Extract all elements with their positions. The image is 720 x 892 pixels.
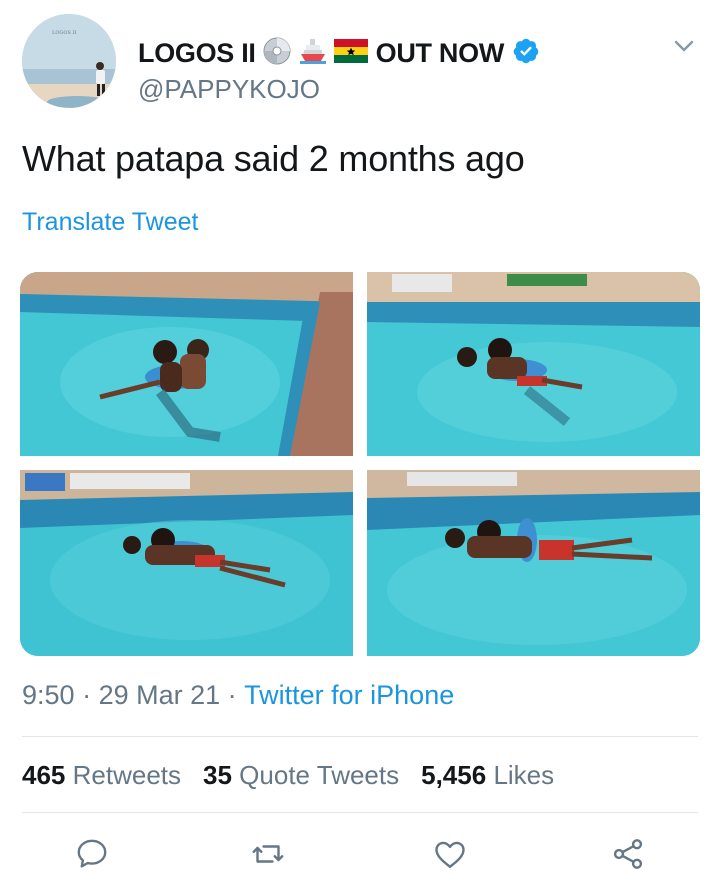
tweet-source[interactable]: Twitter for iPhone — [244, 680, 454, 711]
meta-separator: · — [74, 680, 99, 710]
tweet-text: What patapa said 2 months ago — [22, 138, 525, 179]
retweets-label: Retweets — [72, 760, 182, 790]
retweets-count: 465 — [22, 760, 66, 790]
display-name-suffix[interactable]: OUT NOW — [376, 38, 505, 69]
pool-photo-3 — [20, 470, 353, 656]
tweet-time[interactable]: 9:50 — [22, 680, 75, 711]
user-handle[interactable]: @PAPPYKOJO — [138, 74, 320, 105]
ship-icon — [298, 36, 328, 71]
tweet-photo[interactable] — [367, 272, 700, 456]
tweet-photo[interactable] — [367, 470, 700, 656]
meta-separator: · — [220, 680, 245, 710]
share-icon[interactable] — [610, 836, 646, 872]
svg-text:LOGOS II: LOGOS II — [52, 30, 77, 36]
verified-badge-icon — [512, 37, 540, 70]
chevron-down-icon[interactable] — [670, 32, 698, 60]
tweet-photo[interactable] — [20, 272, 353, 456]
retweet-icon[interactable] — [250, 836, 286, 872]
tweet-photo[interactable] — [20, 470, 353, 656]
tweet-header: LOGOS II LOGOS II OUT NOW @PAPPYKOJO — [22, 14, 702, 114]
photo-grid — [20, 272, 700, 656]
avatar-image: LOGOS II — [22, 14, 116, 108]
likes-stat[interactable]: 5,456 Likes — [421, 760, 554, 791]
divider — [22, 812, 698, 813]
divider — [22, 736, 698, 737]
ghana-flag-icon — [333, 38, 368, 68]
name-row[interactable]: LOGOS II OUT NOW — [138, 36, 540, 70]
quotes-label: Quote Tweets — [239, 760, 400, 790]
likes-count: 5,456 — [421, 760, 487, 790]
heart-icon[interactable] — [432, 836, 468, 872]
tweet-meta: 9:50 · 29 Mar 21 · Twitter for iPhone — [22, 680, 454, 711]
tweet-stats: 465 Retweets 35 Quote Tweets 5,456 Likes — [22, 760, 576, 791]
tweet-actions — [0, 836, 720, 880]
display-name[interactable]: LOGOS II — [138, 38, 256, 69]
quote-tweets-stat[interactable]: 35 Quote Tweets — [203, 760, 399, 791]
pool-photo-2 — [367, 272, 700, 456]
avatar[interactable]: LOGOS II — [22, 14, 116, 108]
quotes-count: 35 — [203, 760, 232, 790]
translate-link[interactable]: Translate Tweet — [22, 208, 198, 237]
pool-photo-4 — [367, 470, 700, 656]
pool-photo-1 — [20, 272, 353, 456]
likes-label: Likes — [493, 760, 555, 790]
retweets-stat[interactable]: 465 Retweets — [22, 760, 181, 791]
reply-icon[interactable] — [74, 836, 110, 872]
cd-disc-icon — [262, 36, 292, 71]
tweet-date[interactable]: 29 Mar 21 — [99, 680, 221, 711]
